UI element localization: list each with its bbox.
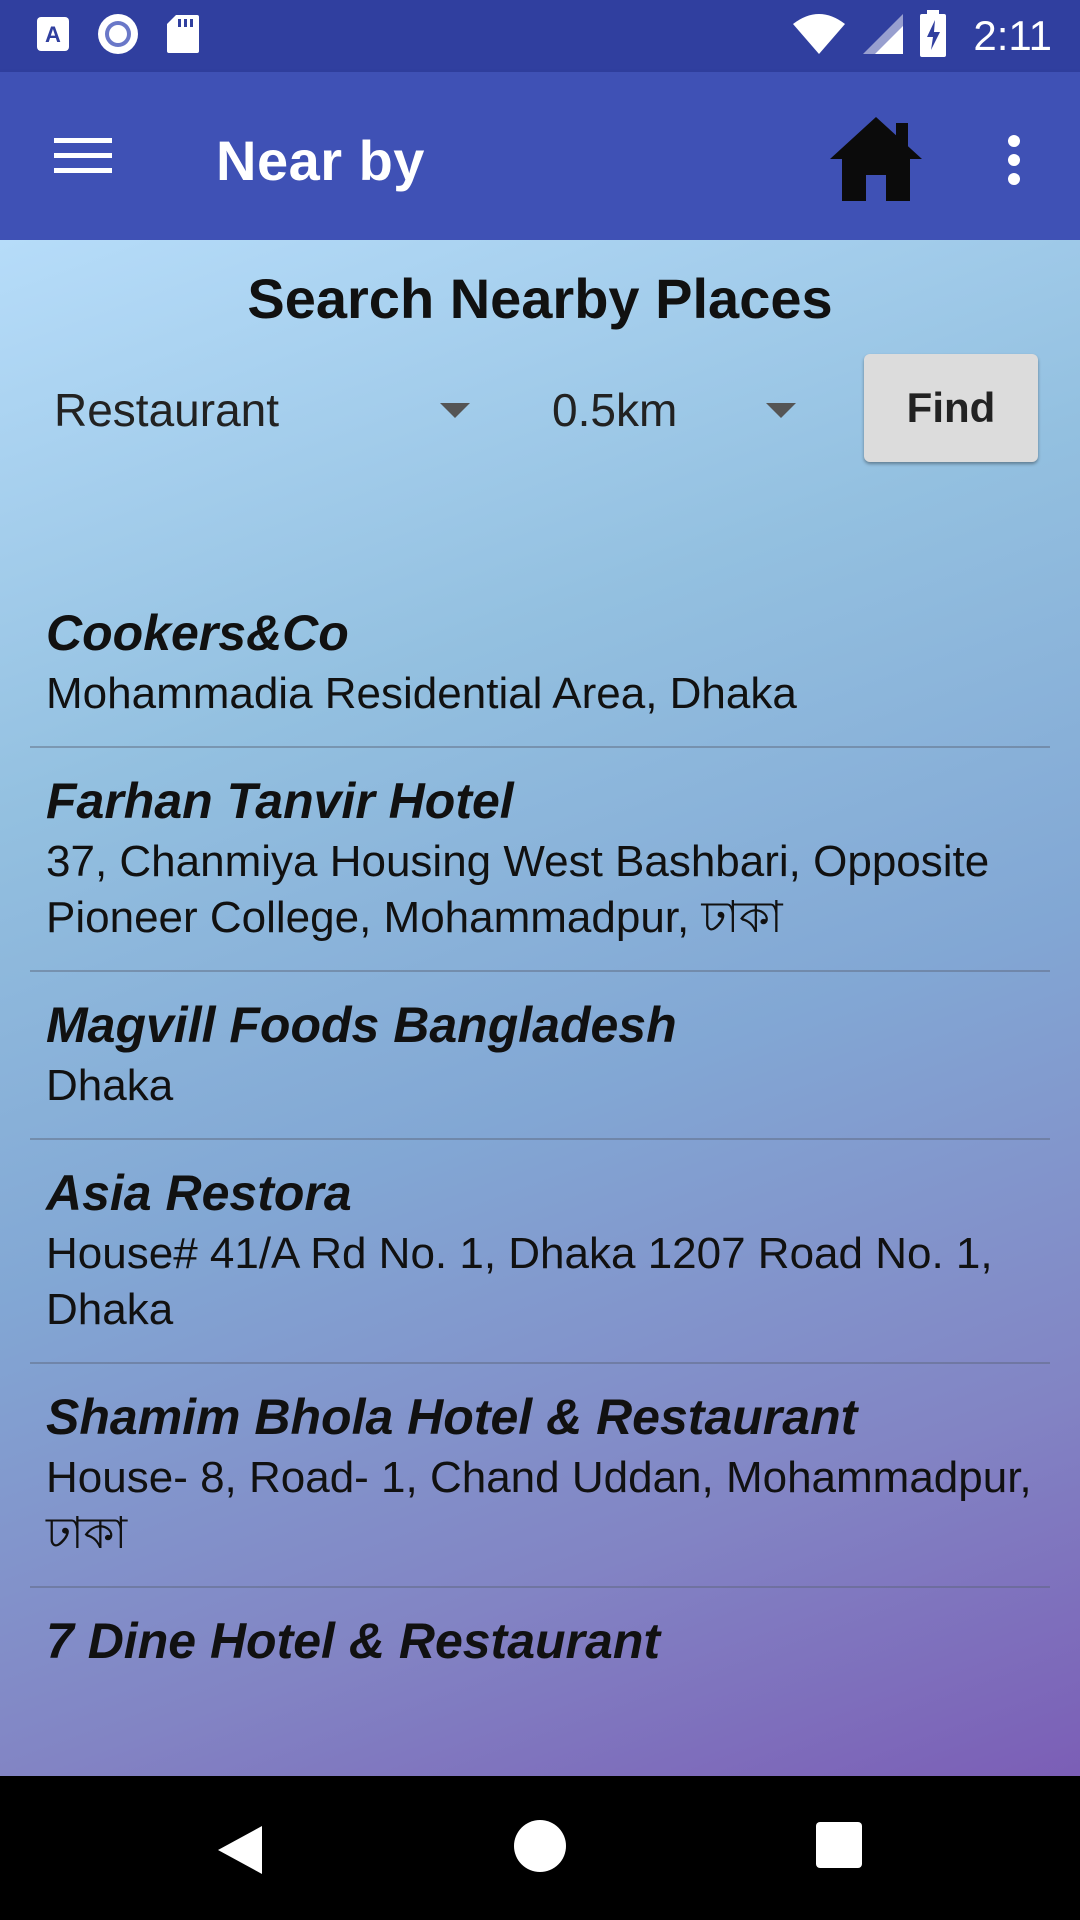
place-name: Shamim Bhola Hotel & Restaurant [46, 1389, 858, 1445]
home-nav-icon[interactable] [514, 1820, 566, 1872]
status-bar: A 2:11 [0, 0, 1080, 72]
back-icon[interactable] [210, 1822, 270, 1878]
dropdown-arrow-icon [440, 403, 470, 418]
place-name: Cookers&Co [46, 605, 349, 661]
place-type-value: Restaurant [54, 384, 280, 436]
more-vert-icon[interactable] [990, 120, 1038, 200]
place-name: Magvill Foods Bangladesh [46, 997, 677, 1053]
signal-icon [861, 12, 905, 61]
place-address: Mohammadia Residential Area, Dhaka [46, 669, 797, 718]
places-list: Cookers&Co Mohammadia Residential Area, … [30, 580, 1050, 1694]
sd-card-icon [166, 14, 200, 59]
list-item[interactable]: 7 Dine Hotel & Restaurant [30, 1588, 1050, 1694]
list-item[interactable]: Cookers&Co Mohammadia Residential Area, … [30, 580, 1050, 748]
place-address: House# 41/A Rd No. 1, Dhaka 1207 Road No… [46, 1229, 993, 1334]
hamburger-menu-icon[interactable] [40, 120, 126, 192]
record-circle-icon [96, 12, 140, 61]
status-time: 2:11 [973, 12, 1052, 59]
place-address: House- 8, Road- 1, Chand Uddan, Mohammad… [46, 1453, 1032, 1558]
app-bar: Near by [0, 72, 1080, 240]
recent-apps-icon[interactable] [816, 1822, 862, 1868]
navigation-bar [0, 1776, 1080, 1920]
wifi-icon [791, 12, 847, 61]
place-address: 37, Chanmiya Housing West Bashbari, Oppo… [46, 837, 990, 942]
battery-charging-icon [919, 9, 947, 63]
page-heading: Search Nearby Places [247, 267, 833, 330]
distance-value: 0.5km [552, 384, 678, 436]
place-address: Dhaka [46, 1061, 174, 1110]
distance-dropdown[interactable]: 0.5km [552, 358, 822, 462]
svg-text:A: A [45, 22, 61, 47]
find-button[interactable]: Find [864, 354, 1038, 462]
place-name: Asia Restora [46, 1165, 352, 1221]
place-name: Farhan Tanvir Hotel [46, 773, 514, 829]
place-type-dropdown[interactable]: Restaurant [54, 358, 484, 462]
place-name: 7 Dine Hotel & Restaurant [46, 1613, 661, 1669]
list-item[interactable]: Farhan Tanvir Hotel 37, Chanmiya Housing… [30, 748, 1050, 972]
dropdown-arrow-icon [766, 403, 796, 418]
text-a-icon: A [36, 16, 70, 57]
list-item[interactable]: Shamim Bhola Hotel & Restaurant House- 8… [30, 1364, 1050, 1588]
content-area: Search Nearby Places Restaurant 0.5km Fi… [0, 240, 1080, 1776]
list-item[interactable]: Magvill Foods Bangladesh Dhaka [30, 972, 1050, 1140]
home-icon[interactable] [820, 108, 932, 208]
app-title: Near by [216, 129, 425, 192]
list-item[interactable]: Asia Restora House# 41/A Rd No. 1, Dhaka… [30, 1140, 1050, 1364]
